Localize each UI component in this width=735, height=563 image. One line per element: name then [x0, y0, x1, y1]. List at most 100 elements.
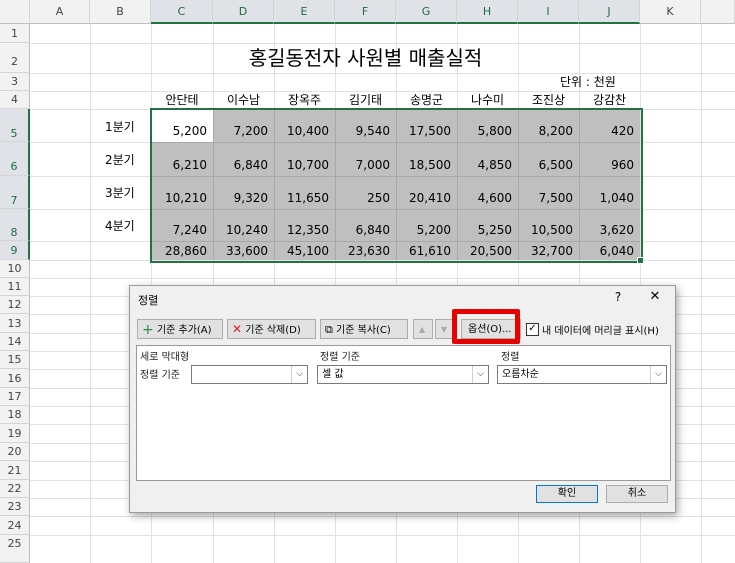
plus-icon: +: [142, 322, 154, 338]
table-cell[interactable]: 5,250: [457, 209, 518, 241]
row-header-12[interactable]: 12: [0, 296, 30, 314]
row-header-24[interactable]: 24: [0, 516, 30, 535]
close-button[interactable]: ✕: [642, 289, 668, 304]
table-cell[interactable]: 11,650: [274, 176, 335, 209]
col-header-h[interactable]: H: [457, 0, 518, 24]
name-header: 장옥주: [287, 93, 322, 107]
col-header-b[interactable]: B: [90, 0, 151, 24]
row-header-4[interactable]: 4: [0, 91, 30, 109]
add-level-button[interactable]: + 기준 추가(A): [137, 319, 223, 339]
col-header-i[interactable]: I: [518, 0, 579, 24]
row-header-19[interactable]: 19: [0, 424, 30, 443]
total-cell[interactable]: 33,600: [213, 241, 274, 260]
col-header-a[interactable]: A: [30, 0, 90, 24]
name-header: 안단테: [165, 93, 199, 107]
row-header-10[interactable]: 10: [0, 260, 30, 278]
move-up-button[interactable]: ▲: [413, 319, 433, 339]
row-header-25[interactable]: 25: [0, 535, 30, 563]
table-cell[interactable]: 4,600: [457, 176, 518, 209]
row-header-6[interactable]: 6: [0, 142, 30, 176]
row-header-3[interactable]: 3: [0, 73, 30, 91]
table-cell[interactable]: 4,850: [457, 142, 518, 176]
row-header-22[interactable]: 22: [0, 480, 30, 498]
total-cell[interactable]: 23,630: [335, 241, 396, 260]
total-cell[interactable]: 61,610: [396, 241, 457, 260]
total-cell[interactable]: 32,700: [518, 241, 579, 260]
table-cell[interactable]: 1,040: [579, 176, 640, 209]
row-header-5[interactable]: 5: [0, 109, 30, 142]
row-header-16[interactable]: 16: [0, 369, 30, 388]
ok-button[interactable]: 확인: [536, 485, 598, 503]
table-cell[interactable]: 3,620: [579, 209, 640, 241]
delete-level-label: 기준 삭제(D): [245, 325, 301, 336]
col-header-d[interactable]: D: [213, 0, 274, 24]
table-cell[interactable]: 7,000: [335, 142, 396, 176]
table-cell[interactable]: 960: [579, 142, 640, 176]
copy-level-button[interactable]: ⧉ 기준 복사(C): [320, 319, 408, 339]
column-header-label: 세로 막대형: [140, 352, 190, 363]
table-cell[interactable]: 17,500: [396, 109, 457, 142]
table-cell[interactable]: 5,800: [457, 109, 518, 142]
row-header-14[interactable]: 14: [0, 333, 30, 351]
row-header-13[interactable]: 13: [0, 314, 30, 333]
help-button[interactable]: ?: [608, 290, 628, 304]
row-header-21[interactable]: 21: [0, 461, 30, 480]
sheet-title: 홍길동전자 사원별 매출실적: [248, 46, 483, 70]
table-cell[interactable]: 7,500: [518, 176, 579, 209]
total-cell[interactable]: 20,500: [457, 241, 518, 260]
table-cell[interactable]: 18,500: [396, 142, 457, 176]
table-cell[interactable]: 10,400: [274, 109, 335, 142]
name-header: 강감찬: [592, 93, 627, 107]
row-header-9[interactable]: 9: [0, 241, 30, 260]
table-cell[interactable]: 7,200: [213, 109, 274, 142]
col-header-c[interactable]: C: [151, 0, 213, 24]
chevron-down-icon: ⌵: [291, 366, 307, 383]
total-cell[interactable]: 45,100: [274, 241, 335, 260]
table-cell[interactable]: 8,200: [518, 109, 579, 142]
name-header: 나수미: [470, 93, 505, 107]
table-cell[interactable]: 12,350: [274, 209, 335, 241]
table-cell[interactable]: 6,840: [335, 209, 396, 241]
row-header-18[interactable]: 18: [0, 406, 30, 424]
col-header-k[interactable]: K: [640, 0, 701, 24]
sort-by-column-select[interactable]: ⌵: [191, 365, 308, 384]
table-cell[interactable]: 5,200: [396, 209, 457, 241]
table-cell[interactable]: 9,320: [213, 176, 274, 209]
row-header-20[interactable]: 20: [0, 443, 30, 461]
row-header-8[interactable]: 8: [0, 209, 30, 241]
table-cell[interactable]: 7,240: [151, 209, 213, 241]
row-header-1[interactable]: 1: [0, 24, 30, 43]
cancel-button[interactable]: 취소: [606, 485, 668, 503]
table-cell[interactable]: 10,210: [151, 176, 213, 209]
col-header-j[interactable]: J: [579, 0, 640, 24]
row-header-7[interactable]: 7: [0, 176, 30, 209]
table-cell[interactable]: 9,540: [335, 109, 396, 142]
corner-select-all[interactable]: [0, 0, 30, 24]
row-header-17[interactable]: 17: [0, 388, 30, 406]
row-header-15[interactable]: 15: [0, 351, 30, 369]
row-header-11[interactable]: 11: [0, 278, 30, 296]
header-checkbox[interactable]: ✓: [526, 323, 539, 336]
total-cell[interactable]: 6,040: [579, 241, 640, 260]
add-level-label: 기준 추가(A): [156, 325, 212, 336]
table-cell[interactable]: 6,210: [151, 142, 213, 176]
table-cell[interactable]: 10,500: [518, 209, 579, 241]
col-header-f[interactable]: F: [335, 0, 396, 24]
chevron-down-icon: ⌵: [472, 366, 488, 383]
table-cell[interactable]: 6,500: [518, 142, 579, 176]
col-header-g[interactable]: G: [396, 0, 457, 24]
sort-on-select[interactable]: 셀 값 ⌵: [317, 365, 489, 384]
order-select[interactable]: 오름차순 ⌵: [497, 365, 667, 384]
row-header-2[interactable]: 2: [0, 43, 30, 73]
table-cell[interactable]: 20,410: [396, 176, 457, 209]
table-cell[interactable]: 6,840: [213, 142, 274, 176]
row-header-23[interactable]: 23: [0, 498, 30, 516]
col-header-e[interactable]: E: [274, 0, 335, 24]
table-cell[interactable]: 10,240: [213, 209, 274, 241]
table-cell[interactable]: 5,200: [151, 109, 213, 142]
delete-level-button[interactable]: ✕ 기준 삭제(D): [227, 319, 316, 339]
table-cell[interactable]: 420: [579, 109, 640, 142]
table-cell[interactable]: 250: [335, 176, 396, 209]
table-cell[interactable]: 10,700: [274, 142, 335, 176]
total-cell[interactable]: 28,860: [151, 241, 213, 260]
